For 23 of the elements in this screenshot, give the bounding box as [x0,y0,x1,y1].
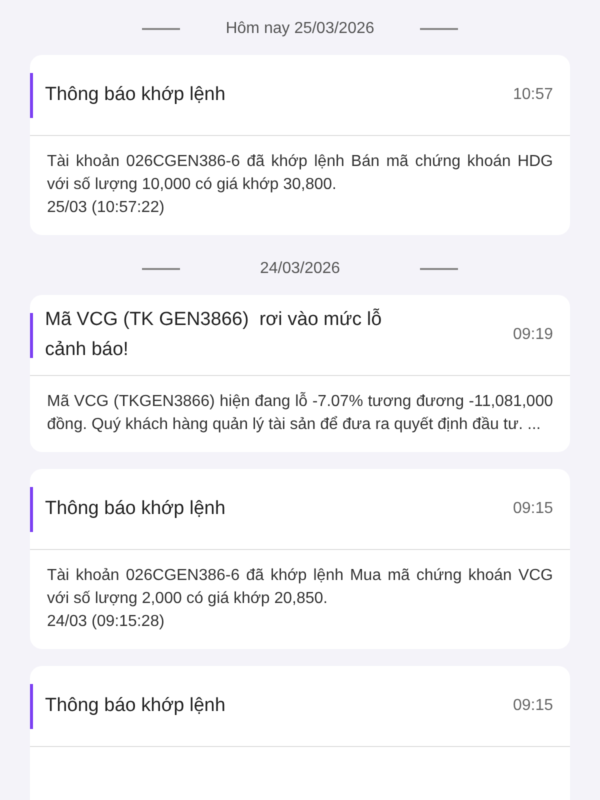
notification-message: Tài khoản 026CGEN386-6 đã khớp lệnh Mua mã chứng khoán VCG với số lượng 2,000 có giá khớp 20,850. [47,566,553,609]
notification-card[interactable]: Thông báo khớp lệnh 09:15 [30,666,570,800]
accent-bar [30,312,33,358]
notification-title: Thông báo khớp lệnh [45,694,226,718]
accent-bar [30,486,33,532]
notification-time: 09:19 [512,325,553,345]
notification-title: Thông báo khớp lệnh [45,497,226,521]
notification-time: 09:15 [512,499,553,519]
notification-card[interactable]: Thông báo khớp lệnh 10:57 Tài khoản 026CGEN386-6 đã khớp lệnh Bán mã chứng khoán HDG với số lượng 10,000 có giá khớp 30,800. 25/03 (10:57:22) [30,55,570,235]
date-header: 24/03/2026 [258,258,342,278]
date-header: Hôm nay 25/03/2026 [224,18,376,38]
notification-time: 09:15 [512,696,553,716]
notification-card[interactable]: Thông báo khớp lệnh 09:15 Tài khoản 026CGEN386-6 đã khớp lệnh Mua mã chứng khoán VCG với số lượng 2,000 có giá khớp 20,850. 24/03 (09:15:28) [30,469,570,649]
notification-timestamp: 25/03 (10:57:22) [47,198,166,218]
notification-card[interactable]: Mã VCG (TK GEN3866) rơi vào mức lỗ cảnh báo! 09:19 Mã VCG (TKGEN3866) hiện đang lỗ -7.07% tương đương -11,081,000 đồng. Quý khách hàng quản lý tài sản để đưa ra quyết định đầu tư. ... [30,295,570,452]
notification-title: Mã VCG (TK GEN3866) rơi vào mức lỗ cảnh báo! [45,308,383,362]
accent-bar [30,684,33,728]
notification-time: 10:57 [512,85,553,105]
notification-message: Mã VCG (TKGEN3866) hiện đang lỗ -7.07% tương đương -11,081,000 đồng. Quý khách hàng quản lý tài sản để đưa ra quyết định đầu tư. ... [47,391,553,435]
notification-timestamp: 24/03 (09:15:28) [47,612,166,632]
notification-title: Thông báo khớp lệnh [45,83,226,107]
accent-bar [30,72,33,118]
notification-message: Tài khoản 026CGEN386-6 đã khớp lệnh Bán mã chứng khoán HDG với số lượng 10,000 có giá khớp 30,800. [47,152,553,195]
